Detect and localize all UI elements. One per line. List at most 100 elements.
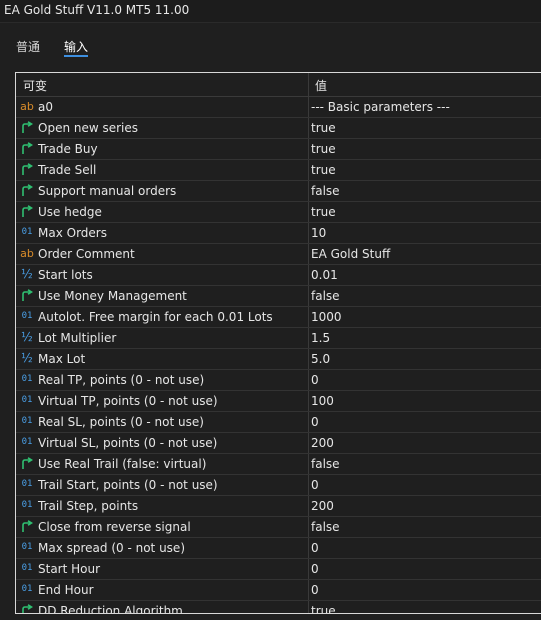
variable-value[interactable]: 0 [311,373,319,387]
variable-name: Order Comment [38,247,135,261]
column-header-value[interactable]: 值 [315,77,327,94]
variable-name: Trade Sell [38,163,97,177]
table-row[interactable]: ½ Start lots 0.01 [16,265,541,286]
variable-value[interactable]: true [311,121,336,135]
active-tab-indicator [64,55,88,57]
variable-name: Use Money Management [38,289,187,303]
variable-name: Max Lot [38,352,86,366]
table-row[interactable]: 01 Autolot. Free margin for each 0.01 Lot… [16,307,541,328]
bool-type-icon [20,121,34,134]
grid-rows: ab a0 --- Basic parameters --- Open new ser… [16,97,541,614]
table-row[interactable]: Close from reverse signal false [16,517,541,538]
variable-name: DD Reduction Algorithm [38,604,183,614]
column-header-variable[interactable]: 可变 [23,77,47,94]
variable-value[interactable]: true [311,163,336,177]
variable-name: Start Hour [38,562,101,576]
table-row[interactable]: 01 Max Orders 10 [16,223,541,244]
table-row[interactable]: ab a0 --- Basic parameters --- [16,97,541,118]
variable-value[interactable]: 5.0 [311,352,330,366]
int-type-icon: 01 [21,374,33,384]
tab-inputs[interactable]: 输入 [64,38,88,55]
table-row[interactable]: Support manual orders false [16,181,541,202]
variable-value[interactable]: false [311,457,340,471]
variable-name: Trail Start, points (0 - not use) [38,478,218,492]
table-row[interactable]: 01 Virtual SL, points (0 - not use) 200 [16,433,541,454]
table-row[interactable]: ½ Max Lot 5.0 [16,349,541,370]
variable-value[interactable]: 0.01 [311,268,338,282]
variable-name: End Hour [38,583,94,597]
variable-value[interactable]: 200 [311,436,334,450]
double-type-icon: ½ [21,351,33,365]
table-row[interactable]: 01 End Hour 0 [16,580,541,601]
variable-name: Lot Multiplier [38,331,117,345]
variable-name: Open new series [38,121,139,135]
table-row[interactable]: DD Reduction Algorithm true [16,601,541,614]
int-type-icon: 01 [21,542,33,552]
variable-name: Virtual SL, points (0 - not use) [38,436,218,450]
int-type-icon: 01 [21,563,33,573]
int-type-icon: 01 [21,395,33,405]
variable-value[interactable]: 100 [311,394,334,408]
variable-name: Autolot. Free margin for each 0.01 Lots [38,310,273,324]
table-row[interactable]: Open new series true [16,118,541,139]
bool-type-icon [20,205,34,218]
variable-value[interactable]: 0 [311,583,319,597]
table-row[interactable]: 01 Real SL, points (0 - not use) 0 [16,412,541,433]
table-row[interactable]: Use Real Trail (false: virtual) false [16,454,541,475]
bool-type-icon [20,457,34,470]
variable-value[interactable]: true [311,142,336,156]
variable-name: Max spread (0 - not use) [38,541,185,555]
variable-value[interactable]: EA Gold Stuff [311,247,390,261]
table-row[interactable]: ½ Lot Multiplier 1.5 [16,328,541,349]
variable-name: Real TP, points (0 - not use) [38,373,205,387]
variable-value[interactable]: 200 [311,499,334,513]
int-type-icon: 01 [21,437,33,447]
bool-type-icon [20,520,34,533]
tab-general[interactable]: 普通 [16,38,40,55]
variable-name: Real SL, points (0 - not use) [38,415,204,429]
double-type-icon: ½ [21,330,33,344]
variable-value[interactable]: false [311,184,340,198]
variable-value[interactable]: 0 [311,478,319,492]
variable-value[interactable]: 0 [311,541,319,555]
table-row[interactable]: 01 Start Hour 0 [16,559,541,580]
variable-value[interactable]: 0 [311,415,319,429]
table-row[interactable]: Use Money Management false [16,286,541,307]
string-type-icon: ab [20,247,34,260]
variable-value[interactable]: 1.5 [311,331,330,345]
variable-name: Use Real Trail (false: virtual) [38,457,207,471]
variable-value[interactable]: false [311,520,340,534]
int-type-icon: 01 [21,227,33,237]
variable-name: Trail Step, points [38,499,139,513]
variable-name: Start lots [38,268,93,282]
variable-name: Use hedge [38,205,102,219]
table-row[interactable]: 01 Max spread (0 - not use) 0 [16,538,541,559]
int-type-icon: 01 [21,584,33,594]
inputs-grid[interactable]: 可变 值 ab a0 --- Basic parameters --- Open ne… [15,72,541,614]
variable-name: Support manual orders [38,184,177,198]
table-row[interactable]: 01 Virtual TP, points (0 - not use) 100 [16,391,541,412]
grid-header: 可变 值 [16,73,541,97]
table-row[interactable]: Trade Buy true [16,139,541,160]
title-bar: EA Gold Stuff V11.0 MT5 11.00 [0,0,541,23]
table-row[interactable]: 01 Trail Step, points 200 [16,496,541,517]
variable-name: Virtual TP, points (0 - not use) [38,394,218,408]
table-row[interactable]: Use hedge true [16,202,541,223]
table-row[interactable]: ab Order Comment EA Gold Stuff [16,244,541,265]
variable-value[interactable]: 0 [311,562,319,576]
table-row[interactable]: 01 Real TP, points (0 - not use) 0 [16,370,541,391]
variable-name: Trade Buy [38,142,98,156]
variable-value[interactable]: 1000 [311,310,342,324]
variable-name: Close from reverse signal [38,520,191,534]
variable-value[interactable]: true [311,205,336,219]
variable-value[interactable]: true [311,604,336,613]
table-row[interactable]: 01 Trail Start, points (0 - not use) 0 [16,475,541,496]
bool-type-icon [20,163,34,176]
variable-value[interactable]: --- Basic parameters --- [311,100,450,114]
variable-name: Max Orders [38,226,107,240]
variable-value[interactable]: false [311,289,340,303]
variable-name: a0 [38,100,53,114]
table-row[interactable]: Trade Sell true [16,160,541,181]
window-title: EA Gold Stuff V11.0 MT5 11.00 [4,3,190,17]
variable-value[interactable]: 10 [311,226,326,240]
